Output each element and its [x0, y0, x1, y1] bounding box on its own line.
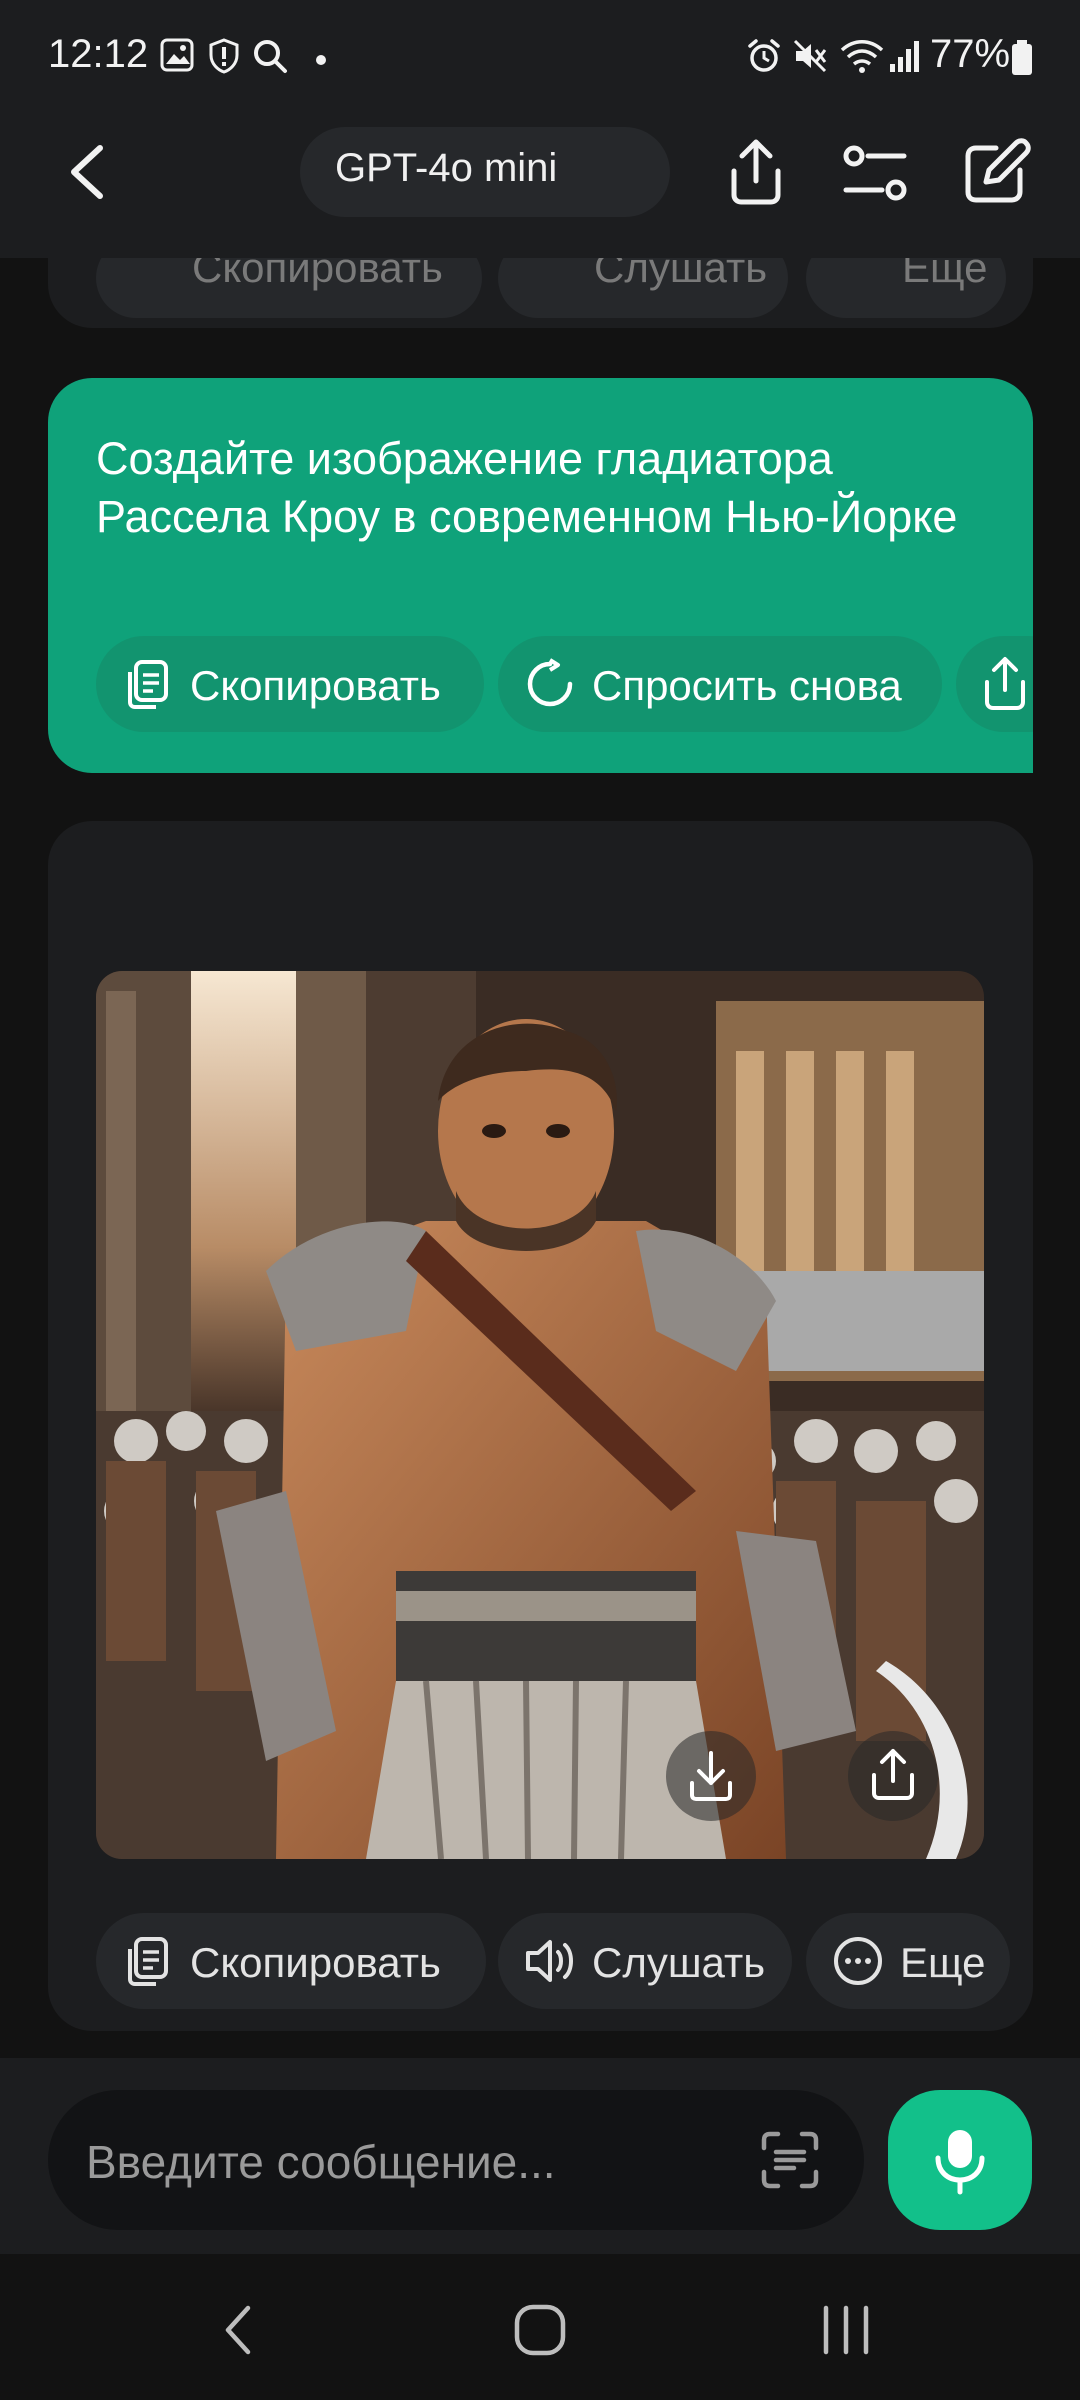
wifi-icon	[840, 40, 884, 73]
ask-again-label: Спросить снова	[592, 662, 902, 709]
bot-copy-label: Скопировать	[190, 1939, 441, 1986]
more-icon	[834, 1937, 882, 1985]
nav-back-icon[interactable]	[216, 2300, 260, 2360]
copy-icon	[128, 660, 168, 709]
back-icon[interactable]	[58, 140, 118, 204]
more-button[interactable]: Еще	[806, 1913, 1010, 2009]
battery-percent: 77%	[930, 32, 1011, 76]
share-icon	[872, 1749, 914, 1800]
scan-text-icon[interactable]	[758, 2128, 822, 2192]
signal-icon	[890, 41, 919, 72]
shield-icon	[209, 38, 239, 74]
copy-label: Скопировать	[190, 662, 441, 709]
generated-image[interactable]	[96, 971, 984, 1859]
nav-home-icon[interactable]	[512, 2302, 568, 2358]
user-message-text: Создайте изображение гладиатора Рассела …	[96, 433, 958, 542]
gallery-icon	[160, 38, 194, 72]
previous-listen-button[interactable]: Слушать	[498, 258, 788, 318]
bot-copy-button[interactable]: Скопировать	[96, 1913, 486, 2009]
share-icon	[985, 657, 1025, 710]
gladiator-image	[96, 971, 984, 1859]
message-placeholder: Введите сообщение...	[86, 2136, 556, 2188]
search-icon	[254, 40, 287, 73]
ask-again-button[interactable]: Спросить снова	[498, 636, 942, 732]
previous-copy-button[interactable]: Скопировать	[96, 258, 482, 318]
assistant-message-card: Скопировать Слушать Еще	[48, 821, 1033, 2031]
chat-area[interactable]: Скопировать Слушать Еще Создайте изображ…	[0, 258, 1080, 2058]
copy-icon	[128, 1937, 168, 1986]
copy-button[interactable]: Скопировать	[96, 636, 484, 732]
previous-more-button[interactable]: Еще	[806, 258, 1006, 318]
microphone-icon	[935, 2130, 985, 2195]
share-message-button[interactable]	[956, 636, 1033, 732]
dot-icon	[316, 55, 326, 65]
speaker-icon	[526, 1940, 573, 1982]
more-label: Еще	[900, 1939, 986, 1986]
voice-input-button[interactable]	[888, 2090, 1032, 2230]
download-image-button[interactable]	[666, 1731, 756, 1821]
listen-button[interactable]: Слушать	[498, 1913, 792, 2009]
battery-icon	[1012, 40, 1032, 75]
nav-recents-icon[interactable]	[818, 2302, 874, 2358]
download-icon	[690, 1751, 732, 1801]
edit-icon[interactable]	[962, 136, 1032, 206]
mute-icon	[793, 39, 827, 73]
share-image-button[interactable]	[848, 1731, 938, 1821]
user-message-bubble: Создайте изображение гладиатора Рассела …	[48, 378, 1033, 773]
settings-sliders-icon[interactable]	[840, 140, 910, 206]
listen-label: Слушать	[592, 1939, 766, 1986]
alarm-icon	[748, 39, 780, 72]
status-time: 12:12	[48, 32, 149, 76]
model-name: GPT-4o mini	[335, 146, 558, 190]
refresh-icon	[527, 658, 573, 707]
share-icon[interactable]	[722, 137, 790, 207]
